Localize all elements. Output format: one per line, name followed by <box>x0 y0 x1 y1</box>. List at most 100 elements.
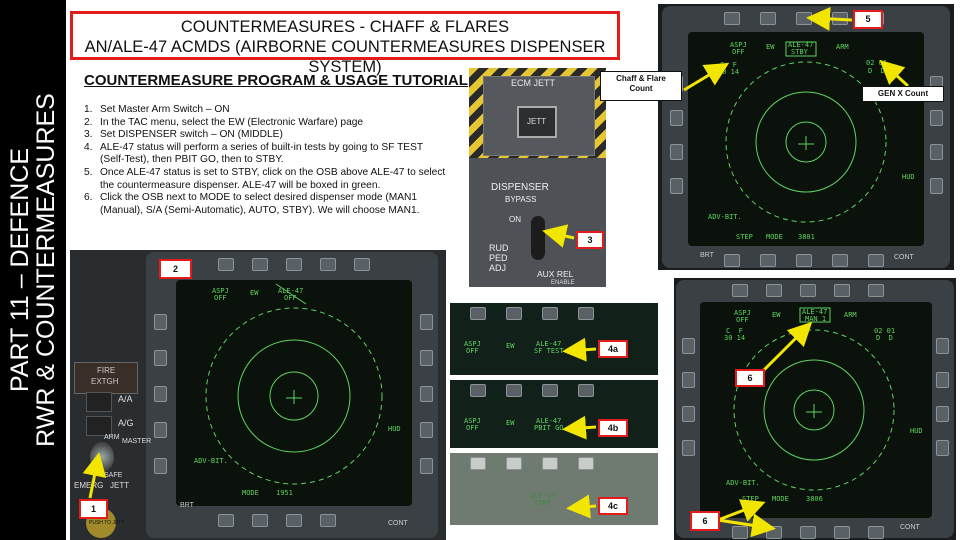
adv-bit-label: ADV-BIT. <box>194 457 228 465</box>
ped-label: PED <box>489 253 508 263</box>
adv-bit-label: ADV-BIT. <box>726 479 760 487</box>
ecm-jett-label: ECM JETT <box>511 78 555 88</box>
sidebar-title: PART 11 – DEFENCE RWR & COUNTERMEASURES <box>6 93 60 447</box>
enable-label: ENABLE <box>551 280 575 286</box>
step-item: 1. Set Master Arm Switch – ON <box>84 104 450 117</box>
mode-label: MODE <box>772 495 789 503</box>
step-item: 3. Set DISPENSER switch – ON (MIDDLE) <box>84 129 450 142</box>
page-number: 160 <box>868 507 887 519</box>
callout-1: 1 <box>79 499 108 519</box>
arm-label: ARM <box>844 311 857 319</box>
hud-label: HUD <box>910 427 923 435</box>
osb-button[interactable] <box>506 457 522 470</box>
ale-47-state: PBIT GO <box>534 424 564 432</box>
step-text: Set DISPENSER switch – ON (MIDDLE) <box>100 129 283 141</box>
asp-state: OFF <box>736 316 749 324</box>
ecm-jett-button[interactable]: JETT <box>517 106 557 138</box>
tutorial-heading: COUNTERMEASURE PROGRAM & USAGE TUTORIAL <box>84 72 468 89</box>
gen-x-dd: D D <box>868 67 885 75</box>
step-number: 4. <box>84 141 93 153</box>
on-label: ON <box>509 215 521 224</box>
cont-label: CONT <box>894 254 914 261</box>
hud-label: HUD <box>902 173 915 181</box>
tutorial-steps: 1. Set Master Arm Switch – ON 2. In the TA… <box>84 104 450 217</box>
step-item: 2. In the TAC menu, select the EW (Electr… <box>84 117 450 130</box>
callout-2: 2 <box>159 259 192 279</box>
step-number: 1. <box>84 104 93 115</box>
cont-label: CONT <box>900 524 920 531</box>
title-line-1: COUNTERMEASURES - CHAFF & FLARES <box>180 18 510 36</box>
brt-label: BRT <box>700 252 714 259</box>
sidebar-line-2: RWR & COUNTERMEASURES <box>32 93 60 447</box>
ale-47-state: OFF <box>284 294 297 302</box>
dispenser-label: DISPENSER <box>491 182 549 193</box>
ddi-strip-4b: ASPJ OFF EW ALE-47 PBIT GO <box>450 380 658 448</box>
osb-button[interactable] <box>578 307 594 320</box>
jett-label: JETT <box>110 481 130 490</box>
step-number: 3. <box>84 129 93 141</box>
jett-button-label: JETT <box>527 117 547 126</box>
step-number: 5. <box>84 166 93 178</box>
ew-label: EW <box>506 419 515 427</box>
ale-47-state: MAN 1 <box>805 315 827 323</box>
ew-label: EW <box>772 311 781 319</box>
rud-label: RUD <box>489 243 509 253</box>
brt-label: BRT <box>180 502 194 509</box>
hud-label: HUD <box>388 425 401 433</box>
callout-6-upper: 6 <box>735 369 765 387</box>
ew-label: EW <box>250 289 259 297</box>
ag-light <box>86 416 112 436</box>
osb-button[interactable] <box>542 307 558 320</box>
callout-3: 3 <box>576 231 604 249</box>
step-item: 5. Once ALE-47 status is set to STBY, cli… <box>84 167 450 192</box>
adv-bit-label: ADV-BIT. <box>708 213 742 221</box>
ew-label: EW <box>506 342 515 350</box>
step-item: 4. ALE-47 status will perform a series of… <box>84 142 450 167</box>
chaff-flare-count: 30 14 <box>718 68 740 76</box>
master-arm-switch[interactable] <box>90 442 114 472</box>
osb-button[interactable] <box>578 384 594 397</box>
callout-5: 5 <box>853 10 883 29</box>
arm-label: ARM <box>836 43 849 51</box>
dispenser-switch[interactable] <box>531 216 545 260</box>
step-label: STEP <box>742 495 759 503</box>
ddi-top-photo: ASPJ OFF EW ALE-47 STBY ARM C F 30 14 02… <box>658 4 954 270</box>
osb-button[interactable] <box>542 384 558 397</box>
push-to-jett-label: PUSH TO JETT <box>89 520 125 526</box>
cont-label: CONT <box>388 520 408 527</box>
mode-code: 3806 <box>806 495 823 503</box>
step-number: 6. <box>84 192 93 204</box>
chaff-flare-count: 30 14 <box>724 334 746 342</box>
mode-code: 3801 <box>798 233 815 241</box>
step-text: Once ALE-47 status is set to STBY, click… <box>100 166 446 191</box>
adj-label: ADJ <box>489 263 507 273</box>
asp-state: OFF <box>214 294 227 302</box>
gen-x-count-label: GEN X Count <box>862 86 944 102</box>
extgh-label: EXTGH <box>91 377 119 386</box>
callout-4b: 4b <box>598 419 628 437</box>
osb-button[interactable] <box>470 384 486 397</box>
bypass-label: BYPASS <box>505 195 537 204</box>
ddi-bottom-photo: ASPJ OFF EW ALE-47 MAN 1 ARM C F 30 14 0… <box>674 278 956 540</box>
aa-light <box>86 392 112 412</box>
chaff-flare-count-label: Chaff & Flare Count <box>600 71 682 101</box>
sidebar: PART 11 – DEFENCE RWR & COUNTERMEASURES <box>0 0 66 540</box>
osb-button[interactable] <box>470 457 486 470</box>
step-item: 6. Click the OSB next to MODE to select d… <box>84 192 450 217</box>
fire-extgh-light[interactable]: FIRE EXTGH <box>74 362 138 394</box>
asp-state: OFF <box>732 48 745 56</box>
step-text: Set Master Arm Switch – ON <box>100 104 230 115</box>
ale-47-state: STBY <box>791 48 808 56</box>
callout-4c: 4c <box>598 497 628 515</box>
osb-button[interactable] <box>506 307 522 320</box>
step-text: Click the OSB next to MODE to select des… <box>100 192 420 216</box>
step-text: ALE-47 status will perform a series of b… <box>100 141 423 166</box>
step-number: 2. <box>84 116 93 128</box>
osb-button[interactable] <box>506 384 522 397</box>
master-label: MASTER <box>122 438 152 445</box>
osb-button[interactable] <box>470 307 486 320</box>
gen-x-dd: D D <box>876 334 893 342</box>
osb-button[interactable] <box>542 457 558 470</box>
step-label: STEP <box>736 233 753 241</box>
osb-button[interactable] <box>578 457 594 470</box>
